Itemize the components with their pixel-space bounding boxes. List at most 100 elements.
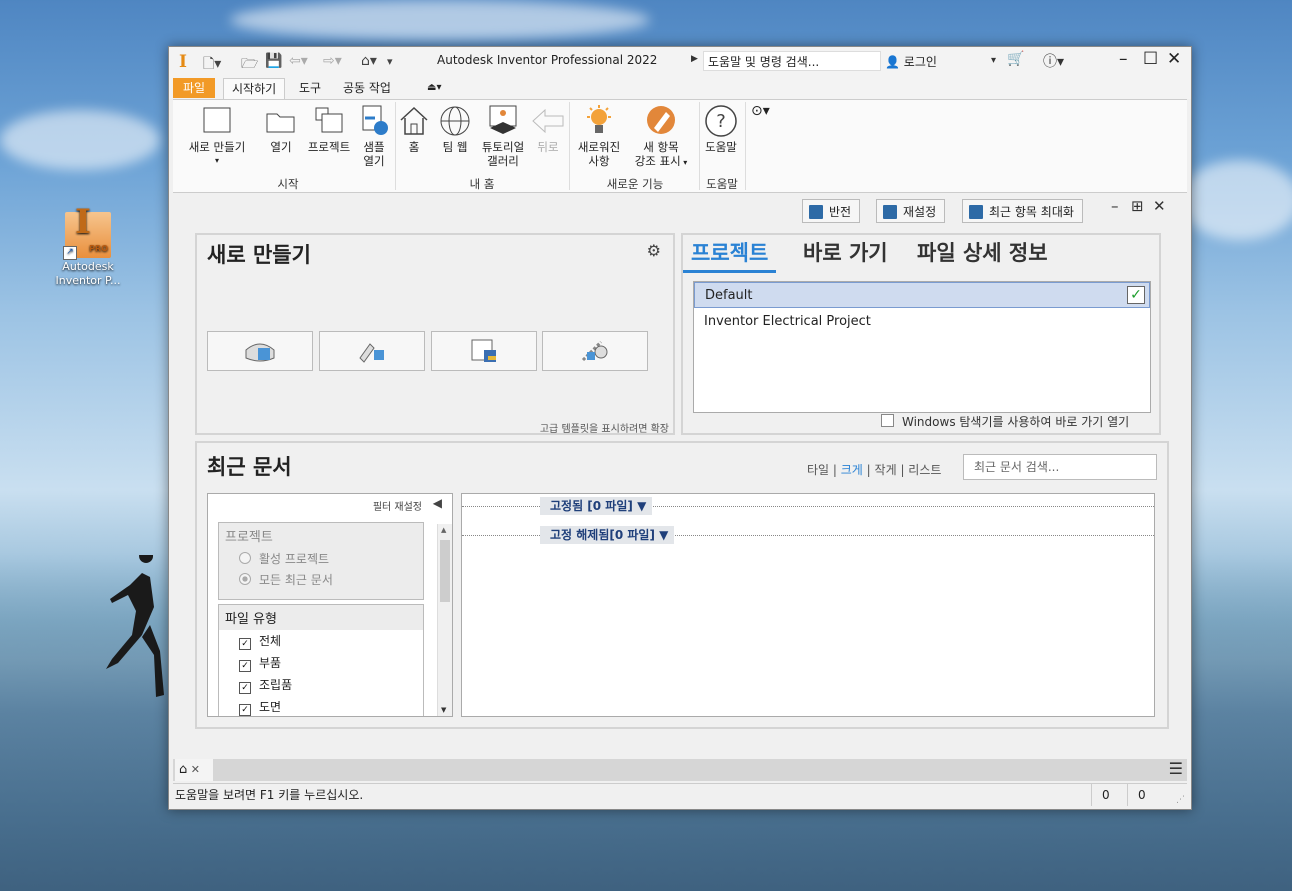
group-label-help: 도움말 (706, 177, 738, 191)
checkbox-part[interactable]: ✓ (239, 660, 251, 672)
maximize-recent-button[interactable]: 최근 항목 최대화 (962, 199, 1083, 223)
view-small-link[interactable]: 작게 (875, 463, 897, 477)
tab-tools[interactable]: 도구 (291, 78, 329, 98)
desktop-shortcut-inventor[interactable]: I PRO ↗ Autodesk Inventor P... (52, 205, 124, 288)
presentation-icon (581, 340, 608, 362)
open-file-icon[interactable]: 🗁 (241, 53, 258, 77)
search-expand-icon[interactable]: ▶ (691, 54, 698, 64)
scroll-up-icon[interactable]: ▲ (441, 526, 446, 534)
invert-icon (809, 205, 823, 219)
group-label-whats-new: 새로운 기능 (606, 177, 664, 191)
ribbon-display-options-icon[interactable]: ⏏▾ (419, 78, 449, 98)
tab-projects[interactable]: 프로젝트 (683, 237, 777, 273)
group-label-my-home: 내 홈 (469, 177, 495, 191)
advanced-templates-hint[interactable]: 고급 템플릿을 표시하려면 확장 (540, 420, 669, 435)
login-button[interactable]: 👤 로그인 (885, 53, 937, 70)
close-tab-icon[interactable]: ✕ (187, 763, 200, 776)
checkbox-all[interactable]: ✓ (239, 638, 251, 650)
tab-shortcuts[interactable]: 바로 가기 (803, 237, 888, 267)
unpinned-section-toggle[interactable]: 고정 해제됨[0 파일] ▼ (540, 526, 675, 544)
filter-type-drawing[interactable]: ✓ 도면 (219, 696, 423, 716)
team-web-button[interactable]: 팀 웹 (435, 104, 475, 154)
active-project-checkbox[interactable]: ✓ (1127, 286, 1145, 304)
help-button[interactable]: ? 도움말 (701, 104, 741, 154)
group-label-start: 시작 (277, 177, 299, 191)
open-button[interactable]: 열기 (261, 104, 301, 154)
invert-button[interactable]: 반전 (802, 199, 861, 223)
projects-panel: 프로젝트 바로 가기 파일 상세 정보 Default ✓ Inventor E… (681, 233, 1161, 435)
settings-gear-icon[interactable]: ⚙ (647, 241, 661, 260)
tab-get-started[interactable]: 시작하기 (223, 78, 286, 99)
new-assembly-template-button[interactable] (319, 331, 425, 371)
home-icon[interactable]: ⌂▾ (361, 53, 377, 69)
highlight-new-button[interactable]: 새 항목 강조 표시 ▾ (629, 104, 693, 170)
explorer-checkbox[interactable] (881, 414, 894, 427)
monitor-icon (969, 205, 983, 219)
filter-type-all[interactable]: ✓ 전체 (219, 630, 423, 652)
recent-documents-area: 고정됨 [0 파일] ▼ 고정 해제됨[0 파일] ▼ (461, 493, 1155, 717)
ribbon-tabs: 파일 시작하기 도구 공동 작업 ⏏▾ (169, 77, 1191, 99)
reset-button[interactable]: 재설정 (876, 199, 946, 223)
filter-reset-link[interactable]: 필터 재설정 (373, 498, 422, 513)
chevron-down-icon: ▼ (659, 528, 669, 542)
maximize-icon[interactable]: ☐ (1143, 49, 1158, 69)
tab-file-details[interactable]: 파일 상세 정보 (917, 237, 1048, 267)
inventor-window: I 🗋▾ 🗁 💾 ⇦▾ ⇨▾ ⌂▾ ▾ Autodesk Inventor Pr… (168, 46, 1192, 810)
whats-new-button[interactable]: 새로워진 사항 (573, 104, 625, 168)
tab-file[interactable]: 파일 (173, 78, 216, 98)
redo-icon[interactable]: ⇨▾ (323, 53, 342, 69)
new-panel-title: 새로 만들기 (207, 243, 311, 267)
scroll-down-icon[interactable]: ▼ (441, 706, 446, 714)
filter-type-part[interactable]: ✓ 부품 (219, 652, 423, 674)
tutorial-gallery-button[interactable]: 튜토리얼 갤러리 (477, 104, 529, 168)
collapse-filter-icon[interactable]: ◀ (433, 496, 442, 510)
filter-type-assembly[interactable]: ✓ 조립품 (219, 674, 423, 696)
minimize-icon[interactable]: – (1119, 49, 1128, 69)
new-file-icon[interactable]: 🗋▾ (203, 53, 221, 77)
customize-qat-icon[interactable]: ▾ (387, 55, 393, 68)
project-list: Default ✓ Inventor Electrical Project (693, 281, 1151, 413)
help-icon[interactable]: ⓘ▾ (1043, 51, 1064, 71)
new-drawing-template-button[interactable] (431, 331, 537, 371)
project-filter-group: 프로젝트 활성 프로젝트 모든 최근 문서 (218, 522, 424, 600)
new-presentation-template-button[interactable] (542, 331, 648, 371)
filter-active-project: 활성 프로젝트 (219, 548, 423, 569)
checkbox-assembly[interactable]: ✓ (239, 682, 251, 694)
ribbon-options-icon[interactable]: ⊙▾ (751, 104, 770, 118)
project-item-electrical[interactable]: Inventor Electrical Project (694, 309, 1150, 335)
new-button[interactable]: 새로 만들기 ▾ (183, 104, 251, 168)
inventor-app-icon: I PRO ↗ (63, 205, 111, 260)
tab-collaborate[interactable]: 공동 작업 (335, 78, 399, 98)
resize-grip-icon[interactable]: ⋰ (1176, 794, 1185, 806)
save-icon[interactable]: 💾 (265, 53, 282, 69)
cart-icon[interactable]: 🛒 (1007, 51, 1024, 67)
recent-search-input[interactable]: 최근 문서 검색... (963, 454, 1157, 480)
checkbox-drawing[interactable]: ✓ (239, 704, 251, 716)
back-button[interactable]: 뒤로 (531, 104, 565, 154)
view-list-link[interactable]: 리스트 (908, 463, 941, 477)
ribbon-separator (395, 102, 396, 190)
panel-layout-icon[interactable]: ⊞ (1131, 197, 1144, 215)
home-document-tab[interactable]: ⌂ ✕ (175, 759, 213, 781)
filter-all-recent: 모든 최근 문서 (219, 569, 423, 590)
shortcut-arrow-icon: ↗ (63, 246, 77, 260)
login-dropdown-icon[interactable]: ▾ (991, 55, 996, 66)
close-icon[interactable]: ✕ (1167, 49, 1181, 69)
open-samples-button[interactable]: 샘플 열기 (357, 104, 391, 168)
explorer-shortcut-option[interactable]: Windows 탐색기를 사용하여 바로 가기 열기 (881, 413, 1129, 430)
new-part-template-button[interactable] (207, 331, 313, 371)
help-search-input[interactable]: 도움말 및 명령 검색... (703, 51, 881, 71)
home-button[interactable]: 홈 (397, 104, 431, 154)
pinned-section-toggle[interactable]: 고정됨 [0 파일] ▼ (540, 497, 653, 515)
filter-scrollbar[interactable]: ▲ ▼ (437, 524, 452, 716)
panel-minimize-icon[interactable]: – (1111, 197, 1119, 215)
scroll-thumb[interactable] (440, 540, 450, 602)
new-document-icon (200, 104, 234, 138)
projects-button[interactable]: 프로젝트 (301, 104, 357, 154)
hamburger-menu-icon[interactable]: ☰ (1169, 759, 1183, 778)
view-large-link[interactable]: 크게 (841, 463, 863, 477)
project-item-default[interactable]: Default ✓ (694, 282, 1150, 308)
view-tile-link[interactable]: 타일 (807, 463, 829, 477)
undo-icon[interactable]: ⇦▾ (289, 53, 308, 69)
panel-close-icon[interactable]: ✕ (1153, 197, 1166, 215)
